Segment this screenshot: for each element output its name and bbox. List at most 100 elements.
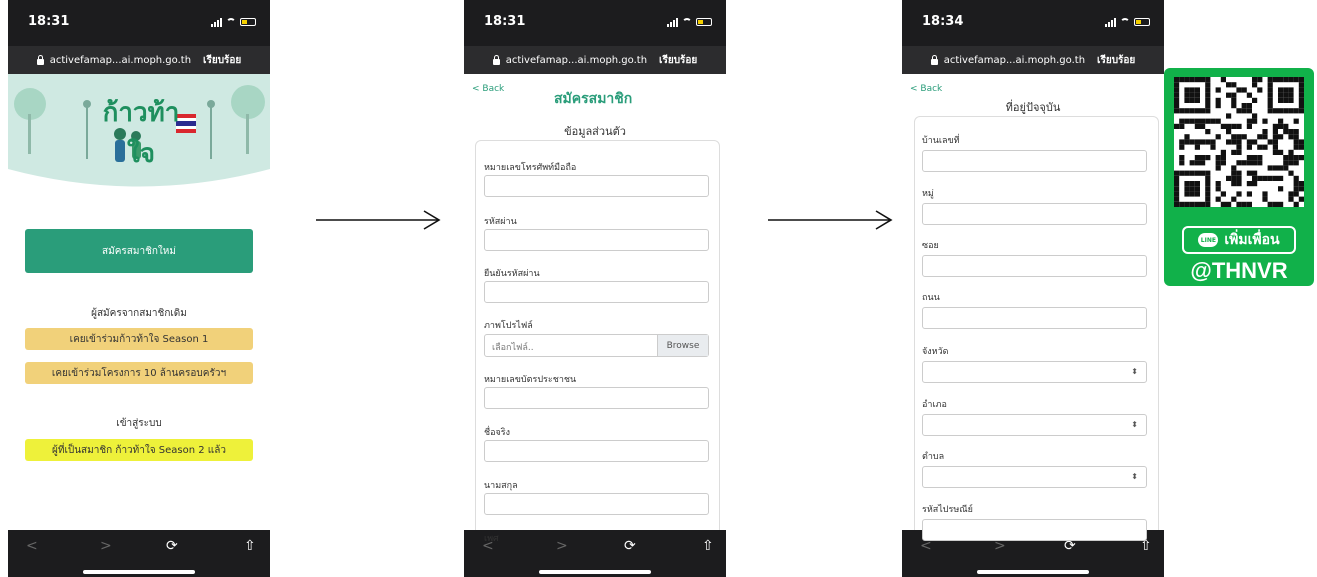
select-dropdown[interactable]: ⬍ <box>922 466 1147 488</box>
field-label: ยืนยันรหัสผ่าน <box>484 269 540 279</box>
phone-screen-home: 18:31 activefamap...ai.moph.go.th เรียบร… <box>8 0 270 577</box>
battery-icon <box>696 18 712 26</box>
text-input[interactable] <box>484 175 709 197</box>
text-input[interactable] <box>922 150 1147 172</box>
status-icons <box>211 17 256 27</box>
reload-icon[interactable]: ⟳ <box>166 538 178 554</box>
home-indicator <box>83 570 195 574</box>
field-label: ตำบล <box>922 452 945 462</box>
text-input[interactable] <box>484 493 709 515</box>
home-indicator <box>977 570 1089 574</box>
text-input[interactable] <box>922 255 1147 277</box>
text-input[interactable] <box>922 307 1147 329</box>
signal-icon <box>211 17 222 27</box>
status-time: 18:34 <box>922 14 964 29</box>
lock-icon <box>492 54 500 65</box>
lock-icon <box>930 54 938 65</box>
ten-million-family-button[interactable]: เคยเข้าร่วมโครงการ 10 ล้านครอบครัวฯ <box>25 362 253 384</box>
new-member-button[interactable]: สมัครสมาชิกใหม่ <box>25 229 253 273</box>
wifi-icon <box>1120 18 1130 26</box>
field-label: หมายเลขบัตรประชาชน <box>484 375 577 385</box>
select-arrow-icon: ⬍ <box>1131 472 1138 481</box>
field-label: ถนน <box>922 293 940 303</box>
field-label: ซอย <box>922 241 939 251</box>
status-time: 18:31 <box>28 14 70 29</box>
back-link[interactable]: < Back <box>472 84 504 94</box>
page-title: สมัครสมาชิก <box>554 91 633 107</box>
field-label: หมู่ <box>922 189 934 199</box>
profile-image-input[interactable]: เลือกไฟล์.. Browse <box>484 334 709 357</box>
file-placeholder: เลือกไฟล์.. <box>492 343 534 353</box>
select-dropdown[interactable]: ⬍ <box>922 361 1147 383</box>
browse-button[interactable]: Browse <box>657 335 708 356</box>
phone-screen-address: 18:34 activefamap...ai.moph.go.th เรียบร… <box>902 0 1164 577</box>
forward-nav-icon[interactable]: > <box>556 538 568 554</box>
field-label: จังหวัด <box>922 347 949 357</box>
url-text: activefamap...ai.moph.go.th <box>505 54 648 66</box>
battery-icon <box>240 18 256 26</box>
form-card <box>914 116 1159 558</box>
back-link[interactable]: < Back <box>910 84 942 94</box>
line-id: @THNVR <box>1190 258 1288 283</box>
add-friend-button[interactable]: LINE เพิ่มเพื่อน <box>1182 226 1296 254</box>
lock-icon <box>36 54 44 65</box>
share-icon[interactable]: ⇧ <box>702 538 714 554</box>
field-label: หมายเลขโทรศัพท์มือถือ <box>484 163 577 173</box>
text-input[interactable] <box>484 281 709 303</box>
text-input[interactable] <box>922 519 1147 541</box>
status-bar: 18:31 <box>464 0 726 46</box>
select-dropdown[interactable]: ⬍ <box>922 414 1147 436</box>
field-label: อำเภอ <box>922 400 947 410</box>
field-label: ภาพโปรไฟล์ <box>484 321 533 331</box>
wifi-icon <box>682 18 692 26</box>
share-icon[interactable]: ⇧ <box>244 538 256 554</box>
browser-toolbar: < > ⟳ ⇧ <box>8 530 270 577</box>
text-input[interactable] <box>484 387 709 409</box>
select-arrow-icon: ⬍ <box>1131 420 1138 429</box>
home-indicator <box>539 570 651 574</box>
field-label: เพศ <box>484 534 499 544</box>
status-bar: 18:31 <box>8 0 270 46</box>
signal-icon <box>667 17 678 27</box>
qr-code[interactable] <box>1174 77 1304 207</box>
browser-toolbar: < > ⟳ ⇧ <box>464 530 726 577</box>
battery-icon <box>1134 18 1150 26</box>
arrow-right-icon <box>768 210 893 230</box>
address-bar[interactable]: activefamap...ai.moph.go.th เรียบร้อย <box>8 46 270 74</box>
url-text: activefamap...ai.moph.go.th <box>943 54 1086 66</box>
season1-button[interactable]: เคยเข้าร่วมก้าวท้าใจ Season 1 <box>25 328 253 350</box>
forward-nav-icon[interactable]: > <box>100 538 112 554</box>
done-button[interactable]: เรียบร้อย <box>659 53 697 68</box>
url-text: activefamap...ai.moph.go.th <box>49 54 192 66</box>
arrow-right-icon <box>316 210 441 230</box>
field-label: ชื่อจริง <box>484 428 511 438</box>
wifi-icon <box>226 18 236 26</box>
status-bar: 18:34 <box>902 0 1164 46</box>
done-button[interactable]: เรียบร้อย <box>203 53 241 68</box>
hero-logo-text: ก้าวท้าใจ <box>102 98 180 169</box>
add-friend-label: เพิ่มเพื่อน <box>1224 232 1280 248</box>
select-arrow-icon: ⬍ <box>1131 367 1138 376</box>
line-logo-icon: LINE <box>1198 233 1219 247</box>
season2-login-button[interactable]: ผู้ที่เป็นสมาชิก ก้าวท้าใจ Season 2 แล้ว <box>25 439 253 461</box>
field-label: รหัสไปรษณีย์ <box>922 505 973 515</box>
address-bar[interactable]: activefamap...ai.moph.go.th เรียบร้อย <box>464 46 726 74</box>
status-time: 18:31 <box>484 14 526 29</box>
existing-member-heading: ผู้สมัครจากสมาชิกเดิม <box>91 308 187 319</box>
phone-screen-register: 18:31 activefamap...ai.moph.go.th เรียบร… <box>464 0 726 577</box>
status-icons <box>667 17 712 27</box>
status-icons <box>1105 17 1150 27</box>
section-subtitle: ข้อมูลส่วนตัว <box>564 125 626 138</box>
signal-icon <box>1105 17 1116 27</box>
reload-icon[interactable]: ⟳ <box>624 538 636 554</box>
page-title: ที่อยู่ปัจจุบัน <box>1005 101 1061 114</box>
text-input[interactable] <box>484 229 709 251</box>
done-button[interactable]: เรียบร้อย <box>1097 53 1135 68</box>
back-nav-icon[interactable]: < <box>26 538 38 554</box>
field-label: รหัสผ่าน <box>484 217 517 227</box>
text-input[interactable] <box>922 203 1147 225</box>
address-bar[interactable]: activefamap...ai.moph.go.th เรียบร้อย <box>902 46 1164 74</box>
field-label: นามสกุล <box>484 481 518 491</box>
text-input[interactable] <box>484 440 709 462</box>
login-heading: เข้าสู่ระบบ <box>116 418 162 429</box>
